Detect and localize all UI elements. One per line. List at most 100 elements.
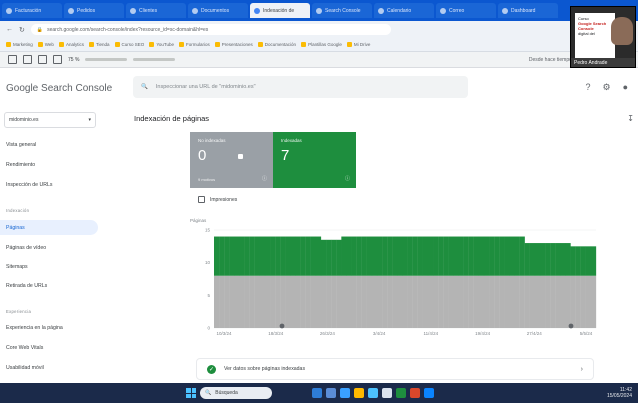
browser-tab[interactable]: Pedidos — [64, 3, 124, 18]
bookmark-item[interactable]: Documentación — [257, 42, 296, 47]
taskbar-app-icon[interactable] — [410, 388, 420, 398]
impressions-checkbox[interactable] — [198, 196, 205, 203]
browser-tab[interactable]: Dashboard — [498, 3, 558, 18]
menu-icon[interactable] — [8, 55, 17, 64]
bar-indexed — [580, 246, 586, 276]
bookmark-item[interactable]: Mi Drive — [346, 42, 371, 47]
bar-indexed — [453, 236, 459, 276]
browser-tab[interactable]: Calendario — [374, 3, 434, 18]
bookmark-item[interactable]: Curso SEO — [114, 42, 145, 47]
taskbar-app-icon[interactable] — [368, 388, 378, 398]
bookmark-item[interactable]: YouTube — [149, 42, 174, 47]
bar-not-indexed — [366, 275, 373, 328]
taskbar-search[interactable]: 🔍 Búsqueda — [200, 387, 272, 399]
sidebar-item[interactable]: Usabilidad móvil — [0, 360, 98, 375]
bar-not-indexed — [382, 275, 388, 328]
user-settings-icon[interactable]: ⚙ — [602, 82, 610, 93]
taskbar-app-icon[interactable] — [382, 388, 392, 398]
bookmark-item[interactable]: Web — [37, 42, 54, 47]
browser-tab[interactable]: Correo — [436, 3, 496, 18]
edit-icon[interactable] — [38, 55, 47, 64]
tile-indexed[interactable]: Indexadas 7 ⓘ — [273, 132, 356, 188]
sidebar-item[interactable]: Inspección de URLs — [0, 177, 98, 192]
bookmark-item[interactable]: Plantillas Google — [301, 42, 342, 47]
bar-indexed — [356, 236, 362, 276]
taskbar-app-icon[interactable] — [424, 388, 434, 398]
secondary-slider[interactable] — [133, 58, 176, 61]
reload-icon[interactable]: ↻ — [19, 26, 25, 34]
bar-not-indexed — [519, 275, 525, 328]
bar-not-indexed — [326, 275, 332, 328]
url-field[interactable]: 🔒 search.google.com/search-console/index… — [30, 24, 391, 35]
sidebar-item[interactable]: Sitemaps — [0, 259, 98, 274]
browser-tab[interactable]: Indexación de — [250, 3, 310, 18]
sidebar-item[interactable]: Vista general — [0, 137, 98, 152]
bookmark-item[interactable]: Formularios — [179, 42, 210, 47]
browser-tab[interactable]: Documentos — [188, 3, 248, 18]
x-tick-label: 11/4/24 — [424, 331, 439, 336]
browser-tab[interactable]: Facturación — [2, 3, 62, 18]
tab-label: Clientes — [139, 7, 158, 14]
bar-indexed — [468, 236, 474, 276]
property-selector[interactable]: midominio.es ▾ — [4, 112, 96, 128]
url-inspection-search[interactable]: 🔍 Inspeccionar una URL de "midominio.es" — [133, 76, 468, 98]
sidebar-item[interactable]: Páginas — [0, 220, 98, 235]
brand-logo[interactable]: Google Search Console — [6, 83, 136, 94]
bar-indexed — [382, 236, 388, 276]
browser-tab[interactable]: Search Console — [312, 3, 372, 18]
bookmark-item[interactable]: Presentaciones — [214, 42, 253, 47]
bar-not-indexed — [351, 275, 357, 328]
bar-not-indexed — [331, 275, 337, 328]
bar-indexed — [539, 243, 546, 276]
bar-indexed — [550, 243, 556, 276]
bar-indexed — [422, 236, 429, 276]
taskbar-app-icon[interactable] — [354, 388, 364, 398]
browser-tab[interactable]: Clientes — [126, 3, 186, 18]
bar-not-indexed — [575, 275, 581, 328]
impressions-toggle[interactable]: Impresiones — [198, 196, 237, 203]
presenter-face — [611, 17, 633, 45]
bar-not-indexed — [483, 275, 490, 328]
bar-not-indexed — [280, 275, 286, 328]
windows-start-icon[interactable] — [186, 388, 196, 398]
sidebar: midominio.es ▾ Vista general Rendimiento I… — [0, 108, 102, 383]
folder-icon — [58, 42, 64, 47]
taskbar-app-icon[interactable] — [340, 388, 350, 398]
taskbar-search-label: Búsqueda — [215, 390, 238, 396]
bookmark-label: Curso SEO — [121, 42, 145, 47]
bookmark-label: YouTube — [156, 42, 174, 47]
download-icon[interactable]: ↧ — [627, 114, 634, 123]
sidebar-item[interactable]: Core Web Vitals — [0, 340, 98, 355]
back-icon[interactable]: ← — [6, 26, 13, 33]
progress-slider[interactable] — [85, 58, 128, 61]
sidebar-item[interactable]: Rendimiento — [0, 157, 98, 172]
notifications-icon[interactable]: ● — [623, 82, 628, 93]
tile-not-indexed[interactable]: No indexadas 0 9 motivos ⓘ — [190, 132, 273, 188]
bookmark-item[interactable]: Marketing — [6, 42, 33, 47]
bar-not-indexed — [214, 275, 220, 328]
help-icon[interactable]: ? — [585, 82, 590, 93]
indexed-pages-link[interactable]: ✓ Ver datos sobre páginas indexadas › — [196, 358, 594, 380]
bookmark-item[interactable]: Tienda — [88, 42, 110, 47]
slide-line: digital del — [578, 31, 595, 36]
taskbar-app-icon[interactable] — [326, 388, 336, 398]
pages-icon[interactable] — [53, 55, 62, 64]
bar-not-indexed — [458, 275, 464, 328]
x-tick-label: 3/4/24 — [373, 331, 386, 336]
system-tray[interactable]: 11:42 15/05/2024 — [607, 387, 632, 399]
sidebar-item[interactable]: Páginas de vídeo — [0, 240, 98, 255]
indexing-chart: Páginas 0 5 10 15 10/3/24 18/3/24 26/3/24 3/4/24… — [190, 218, 597, 336]
bar-indexed — [427, 236, 434, 276]
bar-indexed — [458, 236, 464, 276]
bookmark-label: Mi Drive — [353, 42, 371, 47]
sidebar-item[interactable]: Retirada de URLs — [0, 278, 98, 293]
bookmark-item[interactable]: Analytics — [58, 42, 84, 47]
bar-not-indexed — [565, 275, 571, 328]
folder-icon — [88, 42, 94, 47]
sidebar-item[interactable]: Experiencia en la página — [0, 320, 98, 335]
bar-indexed — [412, 236, 418, 276]
taskbar-app-icon[interactable] — [396, 388, 406, 398]
print-icon[interactable] — [23, 55, 32, 64]
zoom-level[interactable]: 75 % — [68, 57, 79, 63]
taskbar-app-icon[interactable] — [312, 388, 322, 398]
